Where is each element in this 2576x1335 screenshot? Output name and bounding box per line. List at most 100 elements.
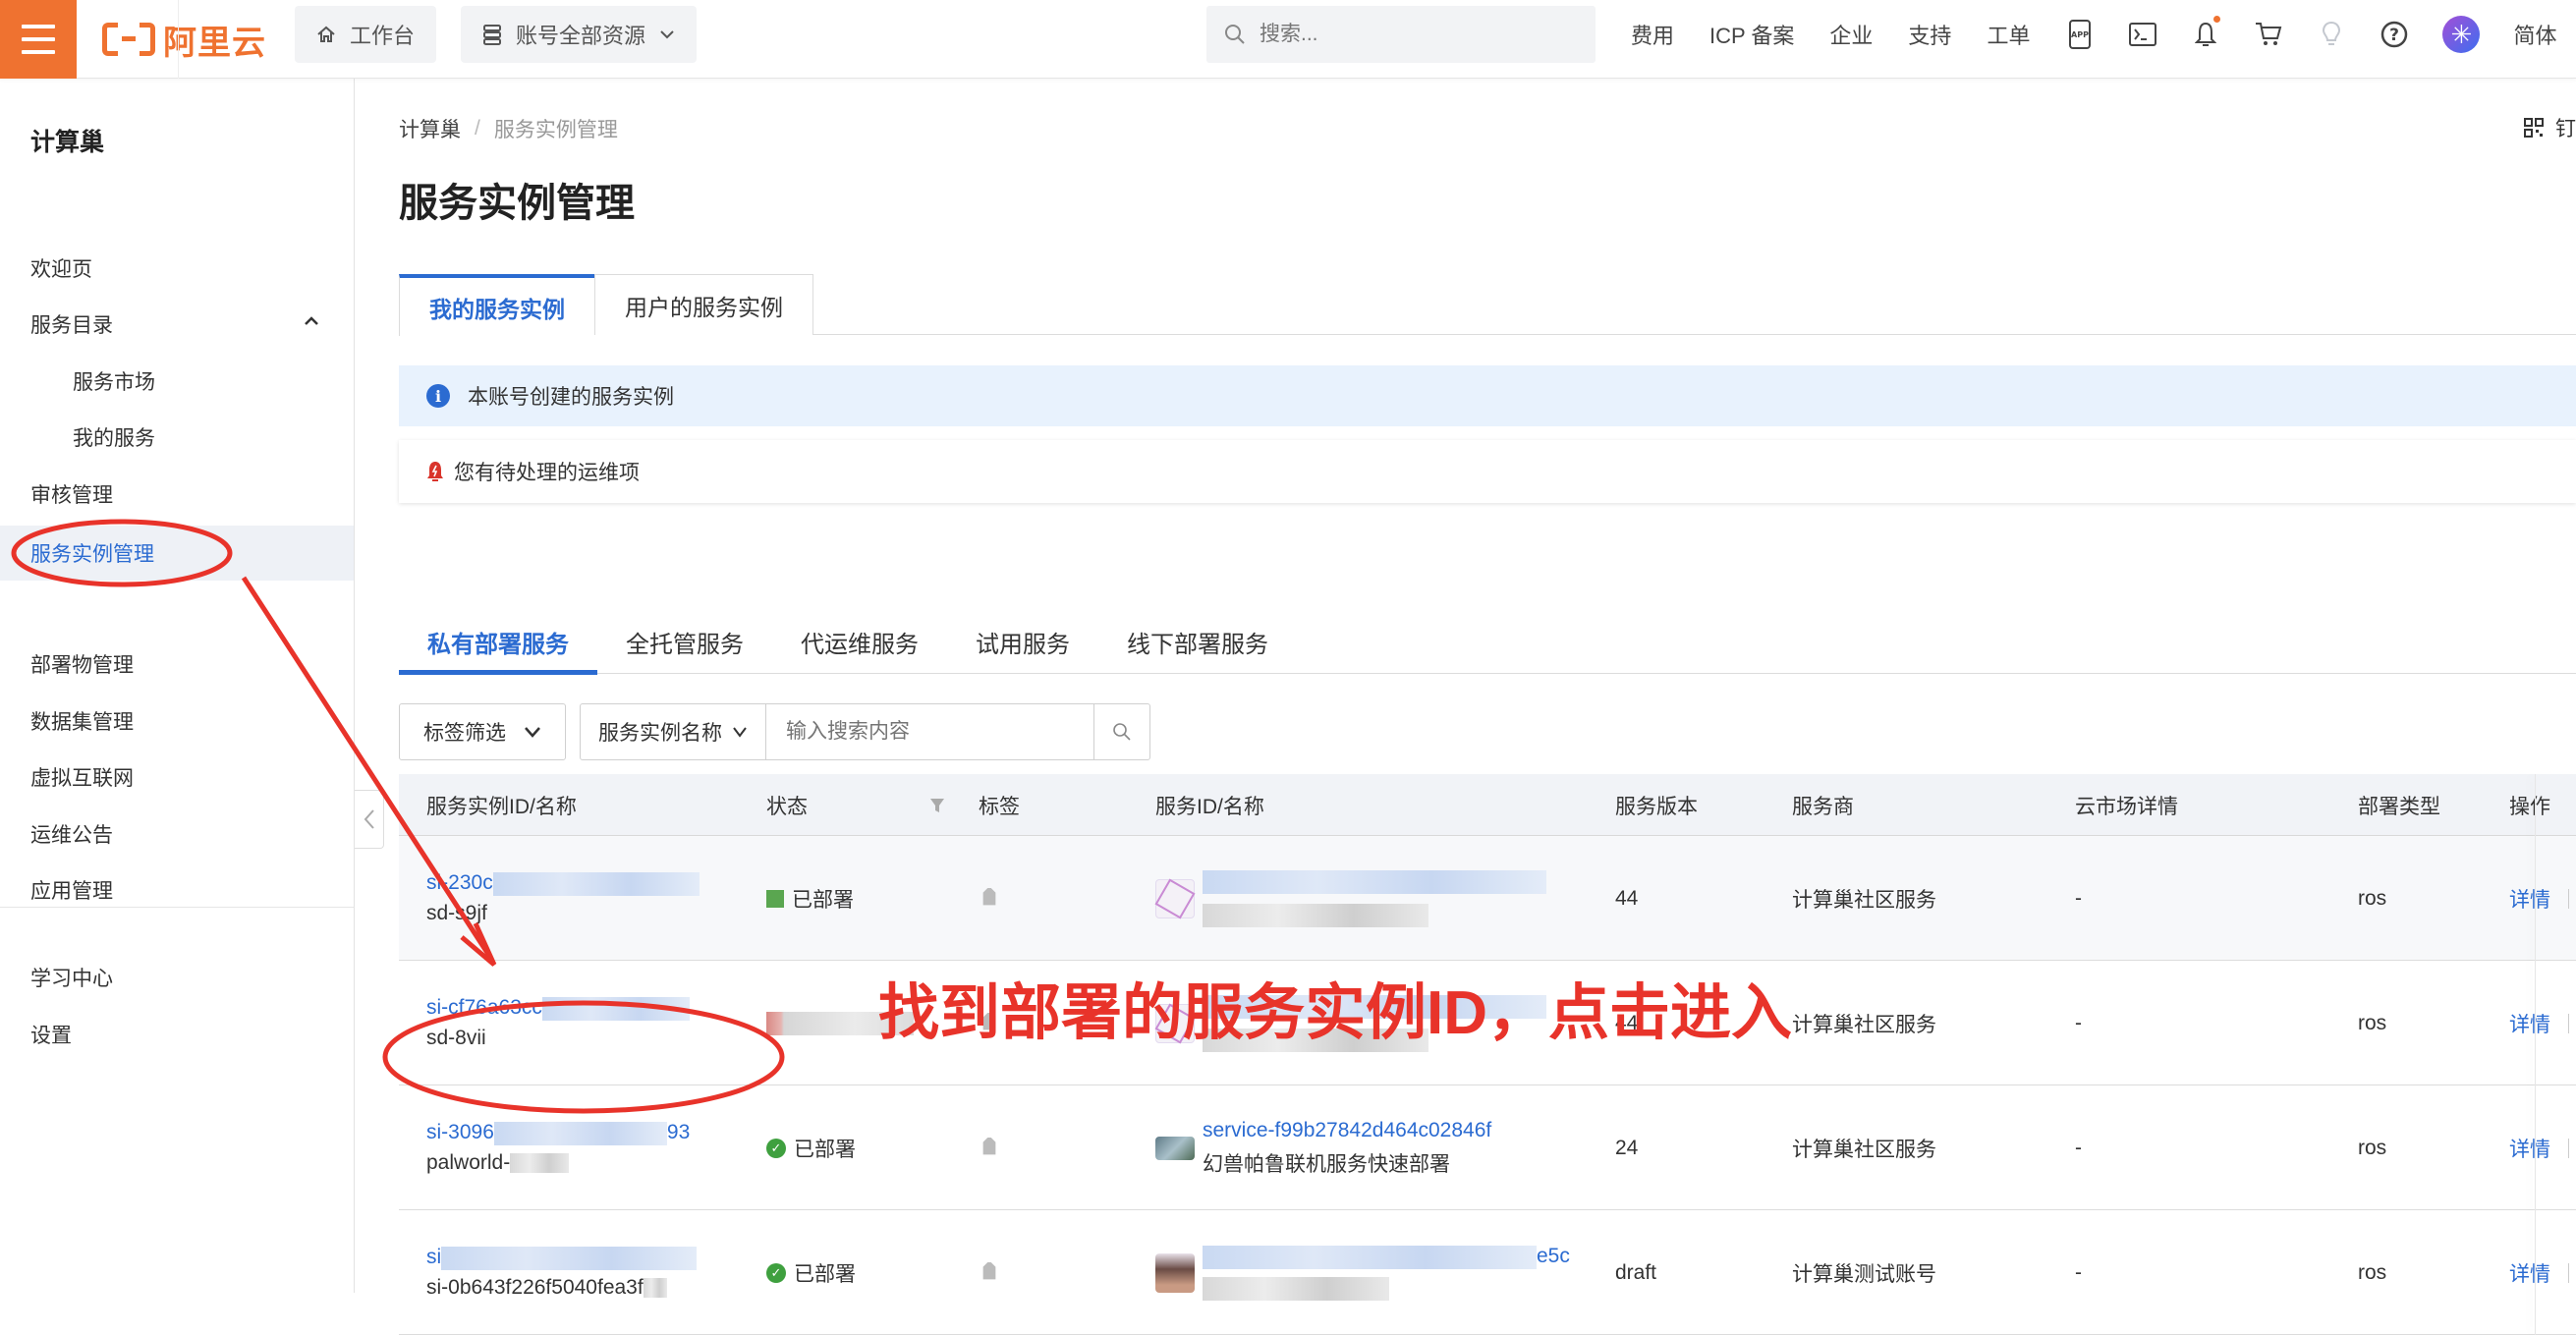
nav-link-icp[interactable]: ICP 备案 xyxy=(1709,19,1794,50)
instance-id-link[interactable]: si xyxy=(426,1246,441,1268)
service-type-tabs: 私有部署服务 全托管服务 代运维服务 试用服务 线下部署服务 xyxy=(399,609,2576,675)
instance-search-input[interactable] xyxy=(766,704,1094,759)
cart-icon[interactable] xyxy=(2254,20,2283,49)
check-circle-icon: ✓ xyxy=(766,1138,786,1158)
details-link[interactable]: 详情 xyxy=(2509,884,2550,914)
sidebar-item-service-catalog[interactable]: 服务目录 xyxy=(0,297,354,352)
market-cell: - xyxy=(2075,1011,2082,1034)
resource-scope-label: 账号全部资源 xyxy=(516,24,646,48)
search-button[interactable] xyxy=(1094,704,1149,759)
lightbulb-icon[interactable] xyxy=(2317,20,2346,49)
pending-ops-alert[interactable]: 您有待处理的运维项 xyxy=(399,440,2576,503)
workbench-button[interactable]: 工作台 xyxy=(295,6,437,63)
qrcode-icon[interactable] xyxy=(2524,118,2544,138)
tag-icon[interactable] xyxy=(979,1261,1000,1284)
sidebar-item-datasets[interactable]: 数据集管理 xyxy=(0,694,354,749)
service-id-link[interactable]: service-f99b27842d464c02846f xyxy=(1203,1119,1491,1142)
nav-link-support[interactable]: 支持 xyxy=(1908,19,1951,50)
column-header-market: 云市场详情 xyxy=(2075,795,2178,818)
sidebar-item-service-instances[interactable]: 服务实例管理 xyxy=(0,526,354,581)
aliyun-logo[interactable]: 阿里云 xyxy=(102,18,266,62)
service-id-suffix[interactable]: e5c xyxy=(1537,1245,1570,1267)
status-filter-icon[interactable] xyxy=(929,774,945,836)
global-search-input[interactable] xyxy=(1260,23,1574,46)
language-switch[interactable]: 简体 xyxy=(2513,19,2556,50)
search-field-select[interactable]: 服务实例名称 xyxy=(581,704,766,759)
details-link[interactable]: 详情 xyxy=(2509,1009,2550,1038)
column-header-deploy-type: 部署类型 xyxy=(2358,795,2440,818)
filter-row: 标签筛选 服务实例名称 xyxy=(399,703,1150,760)
top-navigation-bar: 阿里云 工作台 账号全部资源 费用 ICP 备案 企业 支持 工单 APP xyxy=(0,0,2576,79)
tag-filter-dropdown[interactable]: 标签筛选 xyxy=(399,703,566,760)
sidebar-item-artifacts[interactable]: 部署物管理 xyxy=(0,637,354,692)
sidebar-item-virtual-network[interactable]: 虚拟互联网 xyxy=(0,750,354,805)
sidebar-item-welcome[interactable]: 欢迎页 xyxy=(0,241,354,296)
nav-link-enterprise[interactable]: 企业 xyxy=(1829,19,1873,50)
sidebar-item-my-services[interactable]: 我的服务 xyxy=(0,410,354,465)
instance-search-group: 服务实例名称 xyxy=(580,703,1150,760)
sidebar-item-ops-announcements[interactable]: 运维公告 xyxy=(0,807,354,862)
tab-label: 私有部署服务 xyxy=(427,631,569,658)
sidebar-item-settings[interactable]: 设置 xyxy=(0,1007,354,1062)
column-header-actions: 操作 xyxy=(2509,795,2550,818)
help-icon[interactable]: ? xyxy=(2380,20,2409,49)
sidebar-item-learning-center[interactable]: 学习中心 xyxy=(0,950,354,1005)
tab-my-instances[interactable]: 我的服务实例 xyxy=(399,274,594,336)
tab-user-instances[interactable]: 用户的服务实例 xyxy=(594,274,813,335)
tab-offline-deployment[interactable]: 线下部署服务 xyxy=(1098,609,1297,674)
instance-id-suffix[interactable]: 93 xyxy=(667,1121,690,1143)
global-search[interactable] xyxy=(1206,6,1596,63)
sidebar-item-service-market[interactable]: 服务市场 xyxy=(0,354,354,409)
nav-link-ticket[interactable]: 工单 xyxy=(1987,19,2030,50)
dingtalk-label[interactable]: 钉 xyxy=(2555,113,2576,142)
hamburger-line xyxy=(22,50,55,54)
check-circle-icon: ✓ xyxy=(766,1262,786,1283)
sidebar-item-label: 欢迎页 xyxy=(30,258,92,281)
chevron-up-icon[interactable] xyxy=(303,314,320,328)
terminal-icon[interactable] xyxy=(2128,20,2157,49)
sidebar-collapse-button[interactable] xyxy=(355,790,384,849)
instance-name: si-0b643f226f5040fea3f xyxy=(426,1275,644,1299)
sidebar-item-review[interactable]: 审核管理 xyxy=(0,467,354,522)
chevron-down-icon xyxy=(525,727,540,738)
column-header-provider: 服务商 xyxy=(1792,795,1854,818)
sidebar-item-label: 数据集管理 xyxy=(30,711,134,734)
tab-label: 线下部署服务 xyxy=(1127,631,1268,658)
tab-private-deployment[interactable]: 私有部署服务 xyxy=(399,609,597,675)
deploy-type-cell: ros xyxy=(2358,1260,2387,1284)
market-cell: - xyxy=(2075,1136,2082,1159)
instance-id-link[interactable]: si-cf76a63cc xyxy=(426,996,542,1019)
resource-list-icon xyxy=(483,25,501,45)
instance-id-link[interactable]: si-230c xyxy=(426,871,493,894)
instance-id-link[interactable]: si-3096 xyxy=(426,1121,494,1143)
tab-trial[interactable]: 试用服务 xyxy=(947,609,1098,674)
search-field-label: 服务实例名称 xyxy=(598,722,722,745)
service-logo xyxy=(1155,878,1195,918)
tag-icon[interactable] xyxy=(979,887,1000,910)
status-text: 已部署 xyxy=(792,888,854,912)
sidebar-item-label: 应用管理 xyxy=(30,880,113,903)
divider xyxy=(2568,888,2569,909)
redacted-text xyxy=(492,871,700,896)
status-text: 已部署 xyxy=(794,1138,856,1161)
resource-scope-dropdown[interactable]: 账号全部资源 xyxy=(461,6,698,63)
details-link[interactable]: 详情 xyxy=(2509,1134,2550,1163)
version-cell: 24 xyxy=(1615,1136,1639,1159)
bell-icon[interactable] xyxy=(2191,16,2221,49)
nav-link-billing[interactable]: 费用 xyxy=(1631,19,1674,50)
menu-button[interactable] xyxy=(0,0,77,79)
sidebar-item-app-management[interactable]: 应用管理 xyxy=(0,862,354,918)
details-link[interactable]: 详情 xyxy=(2509,1258,2550,1288)
deploy-type-cell: ros xyxy=(2358,1136,2387,1159)
tab-managed-ops[interactable]: 代运维服务 xyxy=(772,609,947,674)
market-cell: - xyxy=(2075,1260,2082,1284)
tag-icon[interactable] xyxy=(979,1137,1000,1159)
version-cell: 44 xyxy=(1615,886,1639,910)
breadcrumb-root[interactable]: 计算巢 xyxy=(399,114,461,143)
tab-label: 全托管服务 xyxy=(626,631,744,658)
tab-fully-managed[interactable]: 全托管服务 xyxy=(597,609,772,674)
app-icon[interactable]: APP xyxy=(2065,20,2095,49)
annotation-instruction: 找到部署的服务实例ID，点击进入 xyxy=(878,979,1793,1047)
user-avatar[interactable]: ✳ xyxy=(2442,16,2481,53)
column-header-service: 服务ID/名称 xyxy=(1155,795,1264,818)
